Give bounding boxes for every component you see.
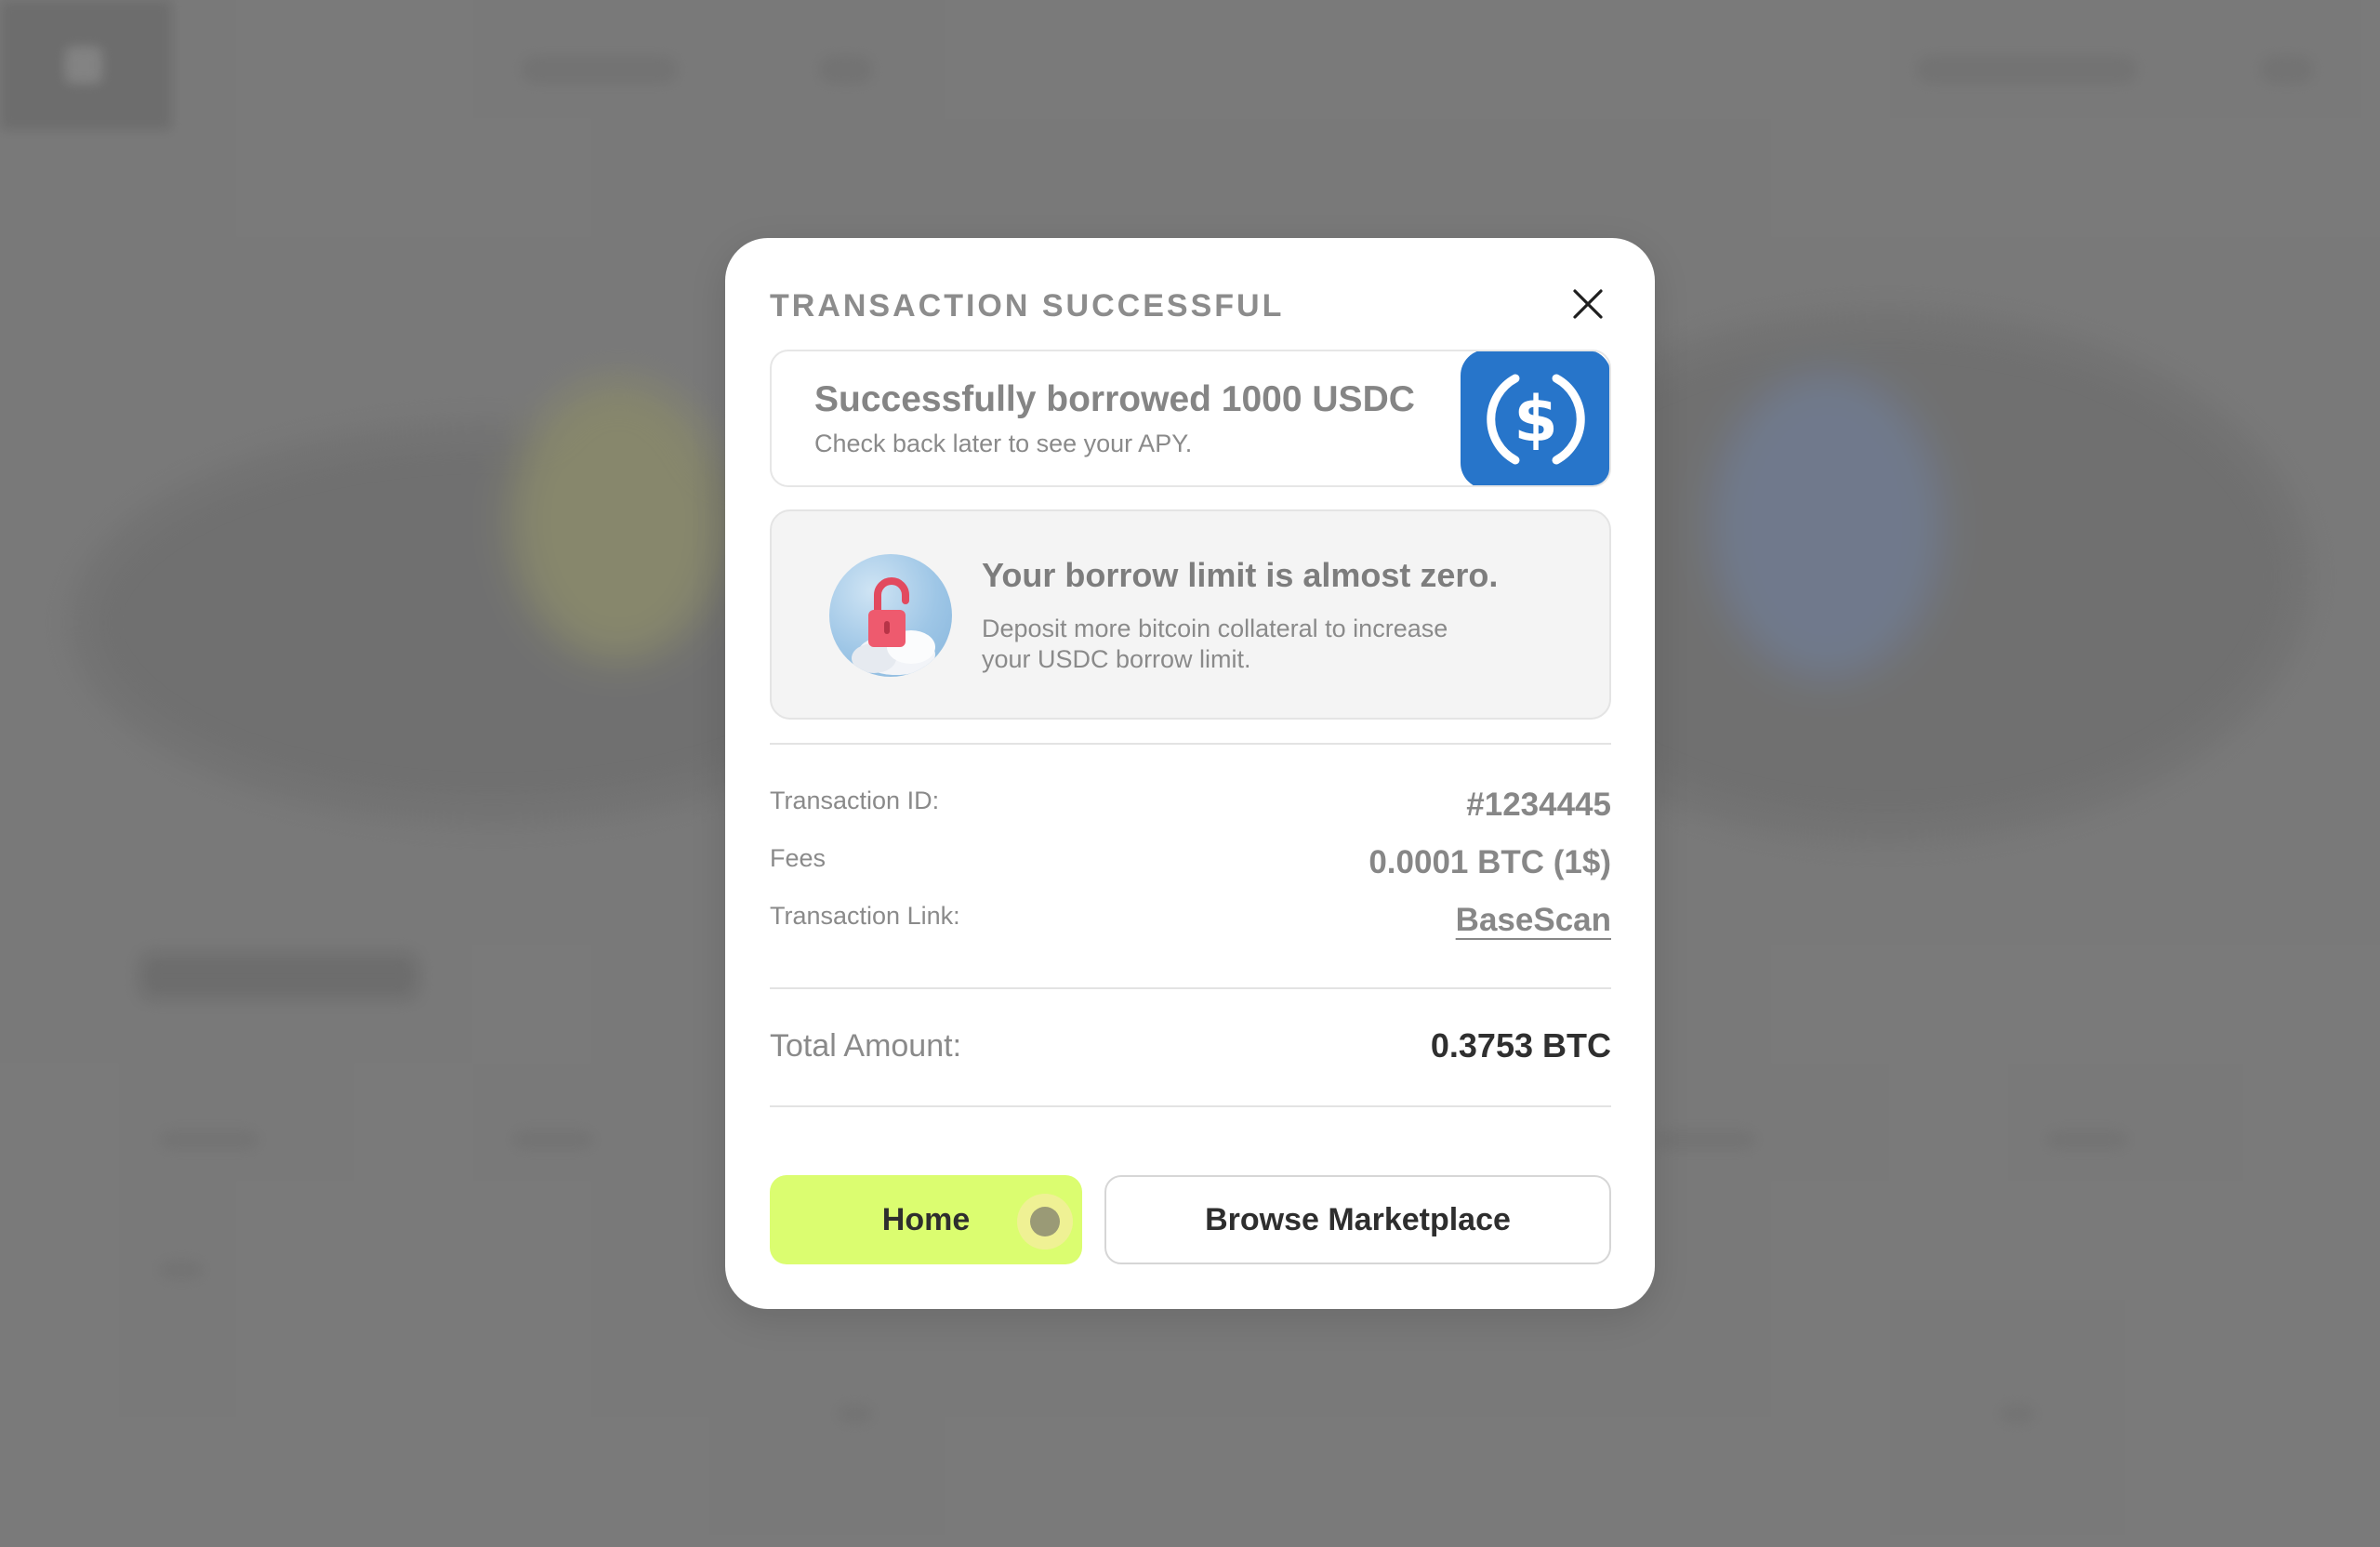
home-button[interactable]: Home <box>770 1175 1082 1264</box>
close-button[interactable] <box>1567 283 1609 325</box>
warning-body: Deposit more bitcoin collateral to incre… <box>982 615 1448 673</box>
fees-value: 0.0001 BTC (1$) <box>1368 844 1611 880</box>
transaction-id-value: #1234445 <box>1466 787 1611 823</box>
success-title: Successfully borrowed 1000 USDC <box>814 379 1415 419</box>
browse-marketplace-button[interactable]: Browse Marketplace <box>1104 1175 1611 1264</box>
divider <box>770 1105 1611 1107</box>
transaction-id-label: Transaction ID: <box>770 787 940 814</box>
warning-title: Your borrow limit is almost zero. <box>982 556 1499 594</box>
divider <box>770 987 1611 989</box>
cursor-indicator <box>1017 1194 1073 1250</box>
transaction-success-modal: TRANSACTION SUCCESSFUL Successfully borr… <box>725 238 1655 1309</box>
svg-text:$: $ <box>1514 383 1557 456</box>
success-card: Successfully borrowed 1000 USDC Check ba… <box>770 350 1611 487</box>
borrow-limit-warning-card: Your borrow limit is almost zero. Deposi… <box>770 509 1611 720</box>
divider <box>770 743 1611 745</box>
transaction-link-label: Transaction Link: <box>770 902 960 930</box>
basescan-link[interactable]: BaseScan <box>1456 902 1611 939</box>
fees-label: Fees <box>770 844 826 872</box>
success-subtitle: Check back later to see your APY. <box>814 430 1193 457</box>
usdc-badge: $ <box>1461 351 1609 485</box>
total-amount-label: Total Amount: <box>770 1028 962 1064</box>
usdc-icon: $ <box>1487 374 1585 465</box>
close-icon <box>1573 289 1603 319</box>
total-amount-value: 0.3753 BTC <box>1430 1026 1611 1064</box>
unlocked-padlock-icon <box>829 554 952 677</box>
modal-title: TRANSACTION SUCCESSFUL <box>770 288 1285 324</box>
